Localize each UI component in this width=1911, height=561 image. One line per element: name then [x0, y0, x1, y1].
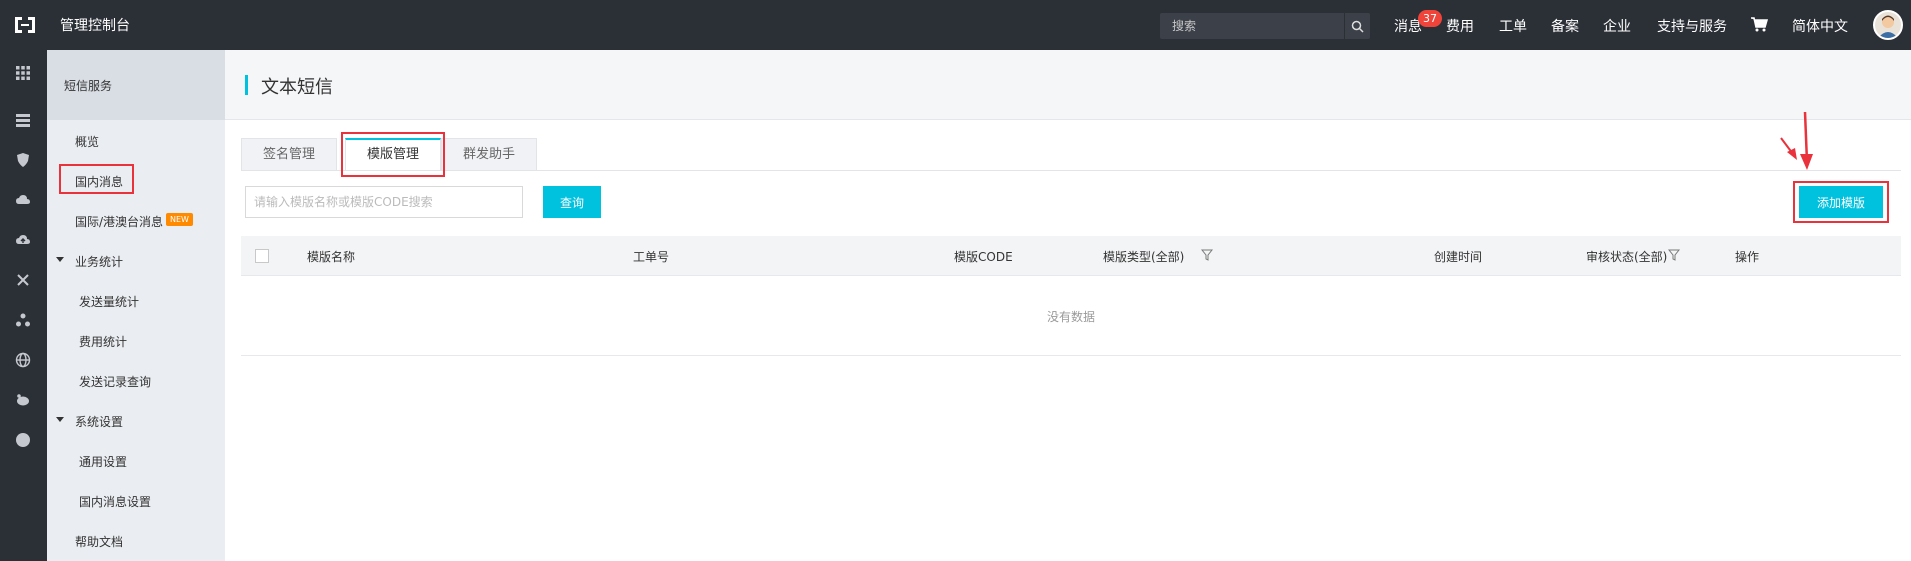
sidebar-item-label: 发送记录查询	[79, 375, 152, 389]
sidebar-group-settings[interactable]: 系统设置	[47, 400, 225, 440]
cart-icon[interactable]	[1750, 15, 1768, 33]
sidebar-item-label: 通用设置	[79, 455, 128, 469]
nav-billing[interactable]: 费用	[1446, 16, 1474, 36]
sidebar-item-general-settings[interactable]: 通用设置	[47, 440, 225, 480]
sidebar-item-label: 费用统计	[79, 335, 128, 349]
table-body: 没有数据	[241, 276, 1901, 356]
select-all-checkbox[interactable]	[255, 249, 269, 263]
sidebar-item-label: 国内消息设置	[79, 495, 152, 509]
cloud-icon[interactable]	[12, 189, 34, 211]
messages-count-badge: 37	[1418, 10, 1442, 27]
nav-tickets[interactable]: 工单	[1499, 16, 1527, 36]
sidebar-item-label: 国际/港澳台消息	[75, 215, 164, 229]
pig-icon[interactable]	[12, 389, 34, 411]
sidebar-item-label: 概览	[75, 135, 100, 149]
col-created-time: 创建时间	[1434, 250, 1483, 264]
sidebar-item-label: 帮助文档	[75, 535, 124, 549]
query-button[interactable]: 查询	[543, 186, 601, 218]
top-navbar: 管理控制台 消息 37 费用 工单 备案 企业 支持与服务 简体中文	[0, 0, 1911, 50]
caret-down-icon	[56, 417, 64, 422]
title-accent-bar	[245, 75, 248, 95]
sidebar-item-label: 业务统计	[75, 255, 124, 269]
sidebar-title: 短信服务	[64, 79, 113, 93]
sidebar-item-cost-stats[interactable]: 费用统计	[47, 320, 225, 360]
nav-support[interactable]: 支持与服务	[1657, 16, 1727, 36]
page-title: 文本短信	[261, 77, 333, 98]
aliyun-logo-icon[interactable]	[12, 14, 38, 36]
main-content: 文本短信 签名管理 模版管理 群发助手 查询 添加模版 模版名称 工单号 模版C…	[225, 50, 1911, 561]
empty-state-text: 没有数据	[1046, 310, 1095, 324]
console-title[interactable]: 管理控制台	[60, 15, 130, 35]
sidebar-item-domestic-settings[interactable]: 国内消息设置	[47, 480, 225, 520]
tab-signatures[interactable]: 签名管理	[241, 138, 337, 171]
sidebar-group-statistics[interactable]: 业务统计	[47, 240, 225, 280]
sms-sidebar: 短信服务 概览 国内消息 国际/港澳台消息 NEW 业务统计 发送量统计 费用统…	[47, 50, 225, 561]
nav-filing[interactable]: 备案	[1551, 16, 1579, 36]
global-search-input[interactable]	[1160, 13, 1340, 39]
filter-icon[interactable]	[1668, 249, 1680, 261]
table-header: 模版名称 工单号 模版CODE 模版类型(全部) 创建时间 审核状态(全部) 操…	[241, 236, 1901, 276]
col-template-code: 模版CODE	[954, 250, 1013, 264]
circle-icon[interactable]	[12, 429, 34, 451]
col-actions: 操作	[1735, 250, 1760, 264]
sidebar-item-international[interactable]: 国际/港澳台消息 NEW	[47, 200, 225, 240]
highlight-box	[341, 132, 445, 177]
tab-bulk-assistant[interactable]: 群发助手	[441, 138, 537, 171]
col-ticket-no: 工单号	[633, 250, 670, 264]
user-avatar[interactable]	[1873, 10, 1903, 40]
sidebar-item-domestic[interactable]: 国内消息	[47, 160, 225, 200]
sidebar-header: 短信服务	[47, 50, 225, 120]
sidebar-item-send-stats[interactable]: 发送量统计	[47, 280, 225, 320]
template-search-input[interactable]	[245, 186, 523, 218]
cloud-upload-icon[interactable]	[12, 229, 34, 251]
sidebar-item-help-docs[interactable]: 帮助文档	[47, 520, 225, 560]
add-template-button[interactable]: 添加模版	[1799, 186, 1883, 218]
filter-icon[interactable]	[1201, 249, 1213, 261]
tab-divider	[241, 170, 1901, 171]
nav-language[interactable]: 简体中文	[1792, 16, 1848, 36]
page-header: 文本短信	[225, 50, 1911, 120]
red-arrow-annotation	[1780, 111, 1813, 170]
product-icon-rail	[0, 50, 47, 561]
sidebar-item-send-records[interactable]: 发送记录查询	[47, 360, 225, 400]
nav-enterprise[interactable]: 企业	[1603, 16, 1631, 36]
server-icon[interactable]	[12, 109, 34, 131]
sidebar-item-label: 发送量统计	[79, 295, 140, 309]
new-badge: NEW	[166, 213, 193, 226]
grid-menu-icon[interactable]	[12, 62, 34, 84]
col-template-name: 模版名称	[307, 250, 356, 264]
cluster-icon[interactable]	[12, 309, 34, 331]
globe-icon[interactable]	[12, 349, 34, 371]
sidebar-item-label: 国内消息	[75, 175, 124, 189]
col-template-type[interactable]: 模版类型(全部)	[1103, 248, 1184, 265]
sidebar-item-overview[interactable]: 概览	[47, 120, 225, 160]
network-icon[interactable]	[12, 269, 34, 291]
global-search	[1160, 13, 1370, 39]
sidebar-item-label: 系统设置	[75, 415, 124, 429]
shield-icon[interactable]	[12, 149, 34, 171]
col-review-status[interactable]: 审核状态(全部)	[1586, 248, 1667, 265]
search-icon[interactable]	[1344, 13, 1370, 39]
caret-down-icon	[56, 257, 64, 262]
